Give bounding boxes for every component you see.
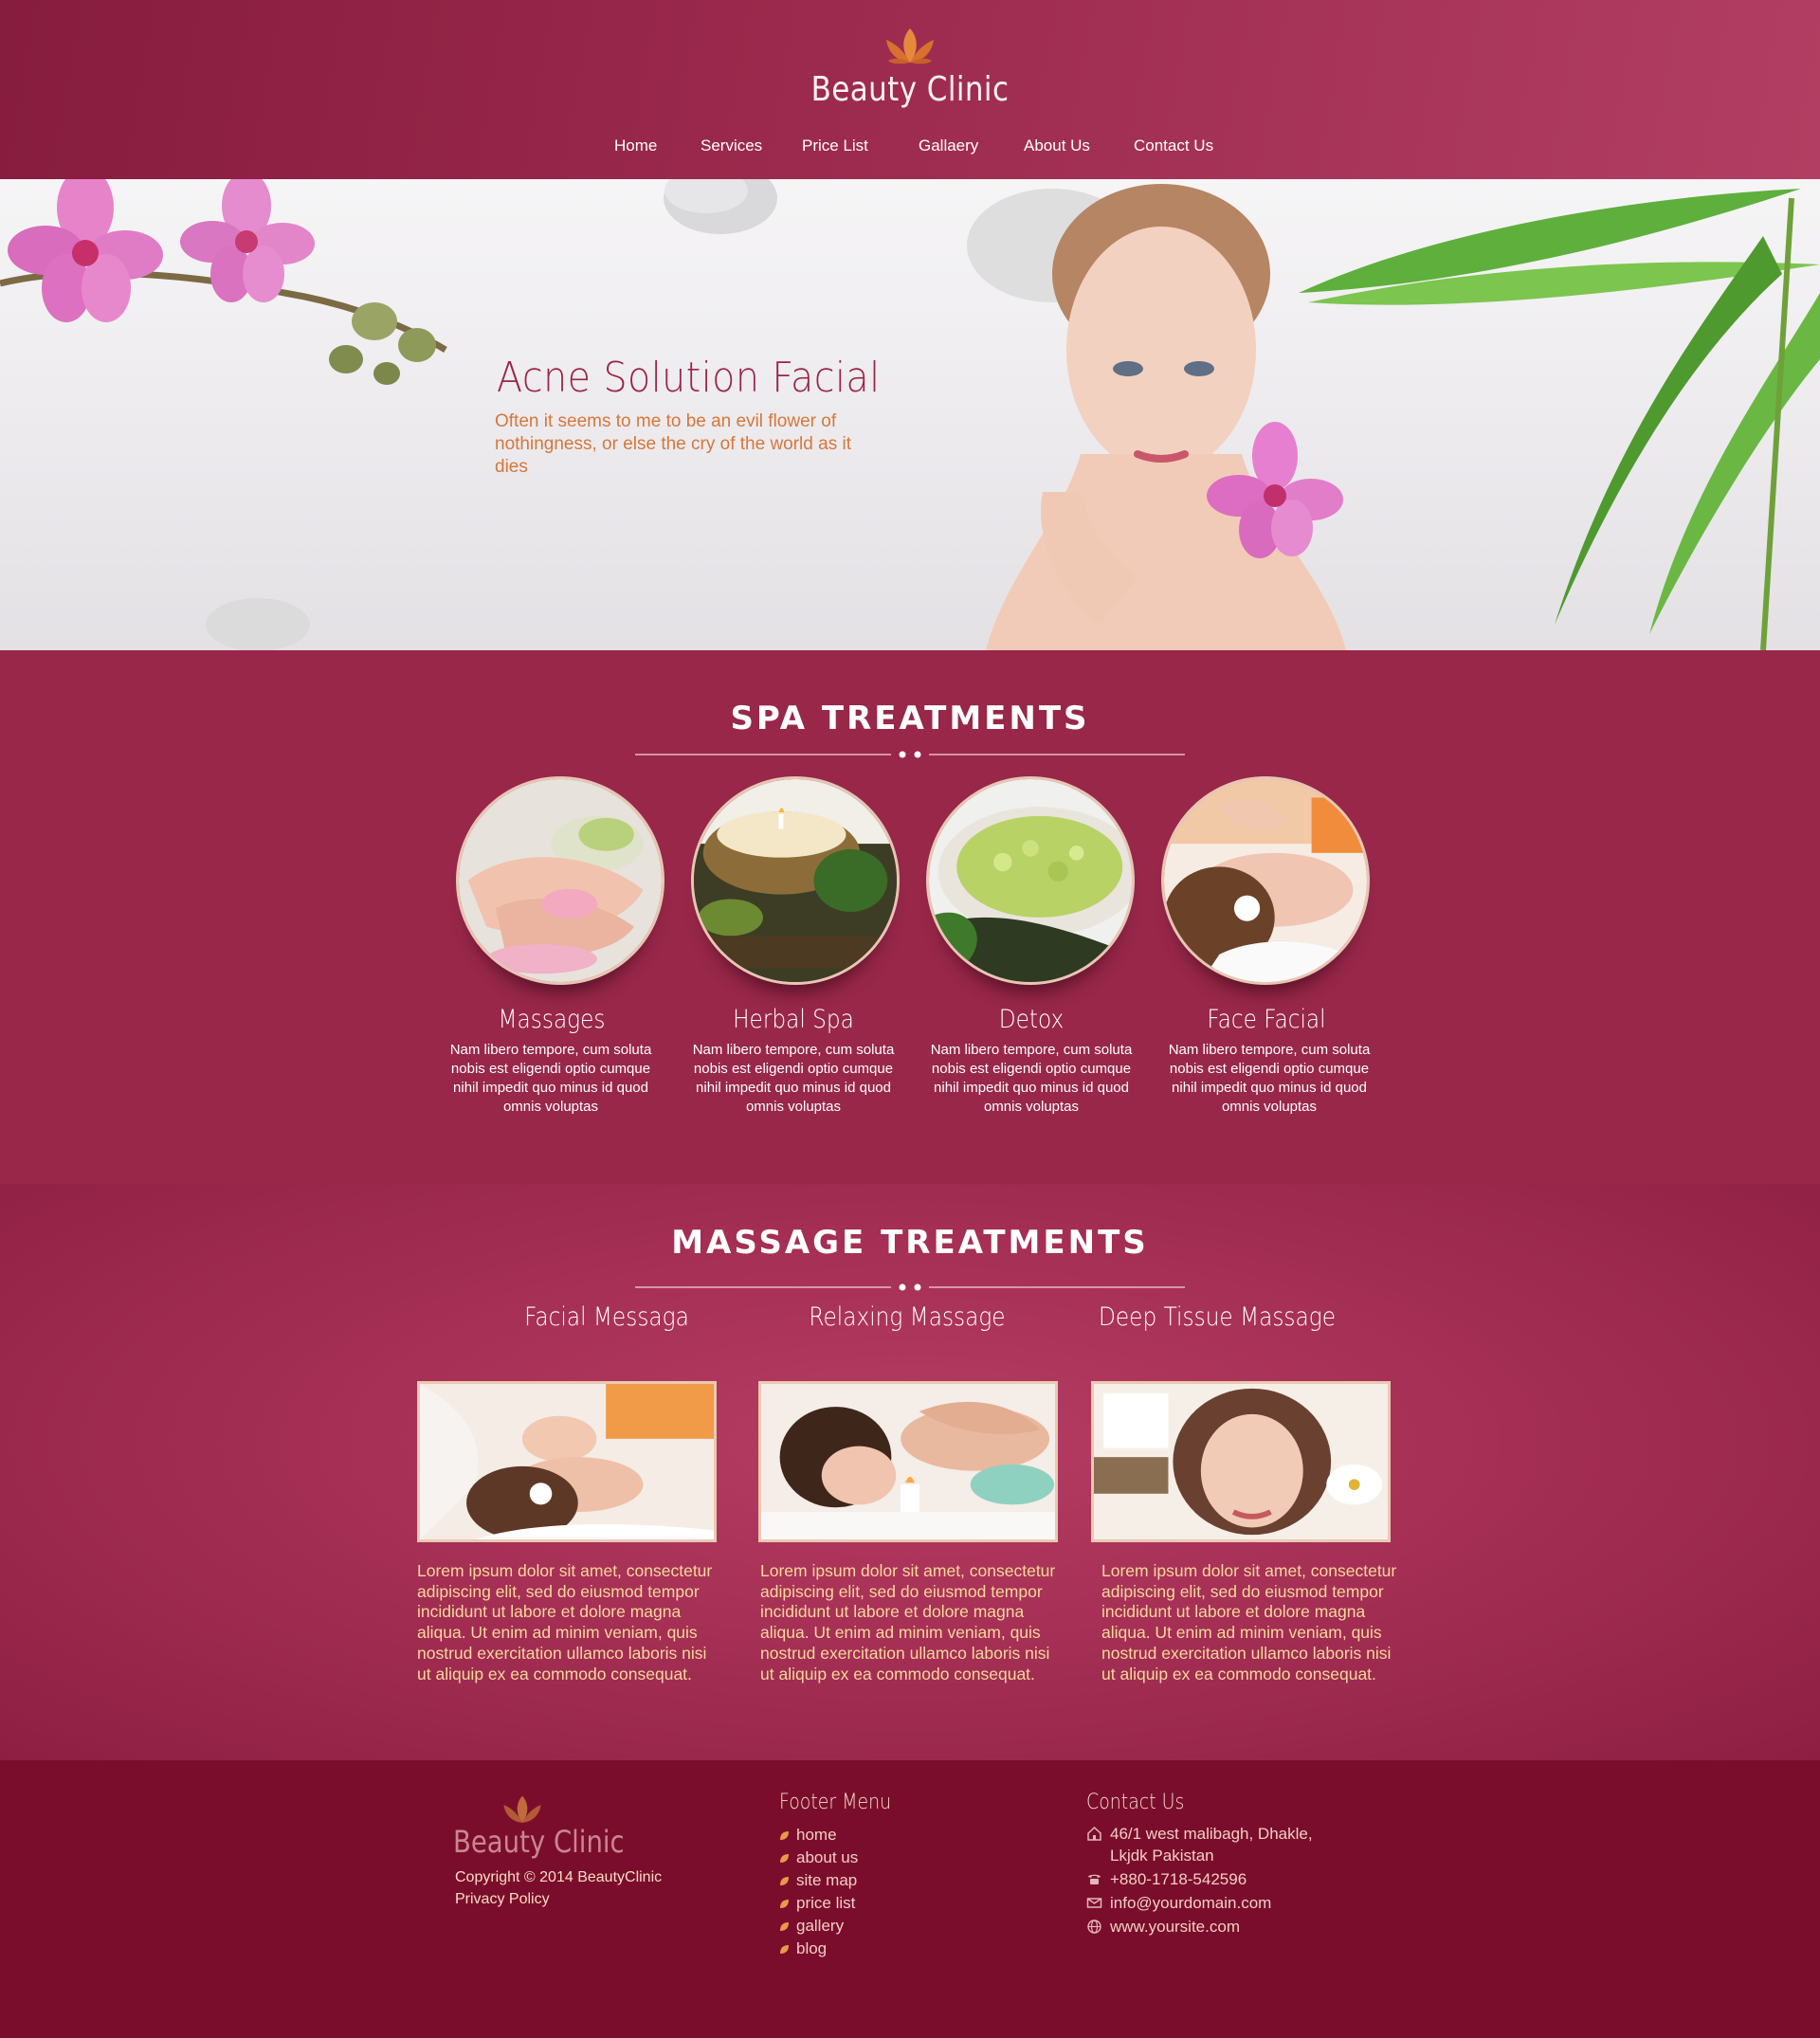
footer-contact-title: Contact Us xyxy=(1086,1791,1185,1814)
leaf-bullet-icon xyxy=(780,1853,789,1863)
website-link[interactable]: www.yoursite.com xyxy=(1110,1916,1240,1938)
massages-title: Massages xyxy=(498,1005,606,1034)
copyright-text: Copyright © 2014 BeautyClinic xyxy=(455,1869,663,1885)
website-row: www.yoursite.com xyxy=(1086,1916,1313,1938)
nav-gallery[interactable]: Gallaery xyxy=(919,136,978,155)
lotus-logo-icon xyxy=(503,1795,541,1823)
address-row: 46/1 west malibagh, Dhakle, Lkjdk Pakista… xyxy=(1086,1823,1313,1866)
bamboo-leaves xyxy=(1299,189,1820,650)
email-address[interactable]: info@yourdomain.com xyxy=(1110,1892,1271,1914)
relaxing-massage-text: Lorem ipsum dolor sit amet, consectetur … xyxy=(760,1561,1056,1683)
email-row: info@yourdomain.com xyxy=(1086,1892,1313,1914)
main-nav: Home Services Price List Gallaery About … xyxy=(0,136,1820,163)
face-facial-title: Face Facial xyxy=(1207,1005,1326,1034)
mail-icon xyxy=(1086,1898,1102,1908)
site-header: Beauty Clinic Home Services Price List G… xyxy=(0,0,1820,179)
nav-contact-us[interactable]: Contact Us xyxy=(1134,136,1213,155)
relaxing-massage-title: Relaxing Massage xyxy=(809,1302,1006,1332)
detox-image[interactable] xyxy=(926,776,1135,985)
leaf-bullet-icon xyxy=(780,1944,789,1954)
footer-menu-item[interactable]: home xyxy=(779,1824,858,1847)
spa-treatments-section: SPA TREATMENTS Massages Herbal Spa Detox… xyxy=(0,650,1820,1184)
deep-tissue-massage-image[interactable] xyxy=(1091,1381,1391,1542)
footer-menu: home about us site map price list galler… xyxy=(779,1824,858,1960)
herbal-spa-image[interactable] xyxy=(691,776,900,985)
deep-tissue-massage-text: Lorem ipsum dolor sit amet, consectetur … xyxy=(1101,1561,1397,1683)
leaf-bullet-icon xyxy=(780,1876,789,1885)
footer-menu-item[interactable]: about us xyxy=(779,1847,858,1869)
spa-section-title: SPA TREATMENTS xyxy=(730,700,1090,737)
lotus-logo-icon xyxy=(886,28,934,64)
footer-menu-title: Footer Menu xyxy=(779,1791,892,1814)
section-divider xyxy=(635,1283,1185,1291)
deep-tissue-massage-title: Deep Tissue Massage xyxy=(1099,1302,1336,1332)
address-line-1: 46/1 west malibagh, Dhakle, xyxy=(1110,1825,1313,1843)
footer-contact: 46/1 west malibagh, Dhakle, Lkjdk Pakista… xyxy=(1086,1823,1313,1939)
relaxing-massage-image[interactable] xyxy=(758,1381,1058,1542)
face-facial-text: Nam libero tempore, cum soluta nobis est… xyxy=(1168,1042,1371,1115)
footer-menu-item[interactable]: blog xyxy=(779,1938,858,1960)
facial-massage-image[interactable] xyxy=(417,1381,717,1542)
hero-text: Often it seems to me to be an evil flowe… xyxy=(495,411,851,477)
footer-logo-text: Beauty Clinic xyxy=(453,1824,625,1860)
facial-massage-title: Facial Messaga xyxy=(524,1302,689,1332)
site-footer: Beauty Clinic Copyright © 2014 BeautyCli… xyxy=(0,1760,1820,2038)
massages-image[interactable] xyxy=(456,776,664,985)
address-line-2: Lkjdk Pakistan xyxy=(1110,1847,1214,1865)
phone-number[interactable]: +880-1718-542596 xyxy=(1110,1868,1247,1890)
nav-services[interactable]: Services xyxy=(701,136,762,155)
footer-menu-item[interactable]: price list xyxy=(779,1892,858,1915)
privacy-policy-link[interactable]: Privacy Policy xyxy=(455,1888,662,1910)
logo[interactable]: Beauty Clinic xyxy=(0,27,1820,109)
nav-about-us[interactable]: About Us xyxy=(1024,136,1090,155)
nav-price-list[interactable]: Price List xyxy=(802,136,868,155)
globe-icon xyxy=(1087,1920,1101,1934)
massage-treatments-section: MASSAGE TREATMENTS Facial Messaga Relaxi… xyxy=(0,1184,1820,1760)
phone-icon xyxy=(1088,1874,1101,1884)
herbal-spa-text: Nam libero tempore, cum soluta nobis est… xyxy=(692,1042,895,1115)
nav-home[interactable]: Home xyxy=(614,136,657,155)
section-divider xyxy=(635,751,1185,758)
massage-section-title: MASSAGE TREATMENTS xyxy=(671,1224,1149,1262)
massages-text: Nam libero tempore, cum soluta nobis est… xyxy=(449,1042,652,1115)
footer-menu-item[interactable]: site map xyxy=(779,1869,858,1892)
footer-copyright-block: Copyright © 2014 BeautyClinic Privacy Po… xyxy=(455,1866,662,1910)
orchid-flowers xyxy=(8,179,436,385)
hero-title: Acne Solution Facial xyxy=(497,354,881,402)
detox-title: Detox xyxy=(998,1005,1065,1034)
herbal-spa-title: Herbal Spa xyxy=(733,1005,854,1034)
leaf-bullet-icon xyxy=(780,1899,789,1908)
home-icon xyxy=(1087,1826,1101,1841)
footer-logo[interactable]: Beauty Clinic xyxy=(453,1794,625,1860)
phone-row: +880-1718-542596 xyxy=(1086,1868,1313,1890)
footer-menu-item[interactable]: gallery xyxy=(779,1915,858,1938)
leaf-bullet-icon xyxy=(780,1830,789,1840)
hero-image xyxy=(0,179,1820,650)
face-facial-image[interactable] xyxy=(1161,776,1370,985)
detox-text: Nam libero tempore, cum soluta nobis est… xyxy=(930,1042,1133,1115)
facial-massage-text: Lorem ipsum dolor sit amet, consectetur … xyxy=(417,1561,713,1683)
leaf-bullet-icon xyxy=(780,1921,789,1931)
hero-banner: Acne Solution Facial Often it seems to m… xyxy=(0,179,1820,650)
logo-text: Beauty Clinic xyxy=(810,70,1010,109)
